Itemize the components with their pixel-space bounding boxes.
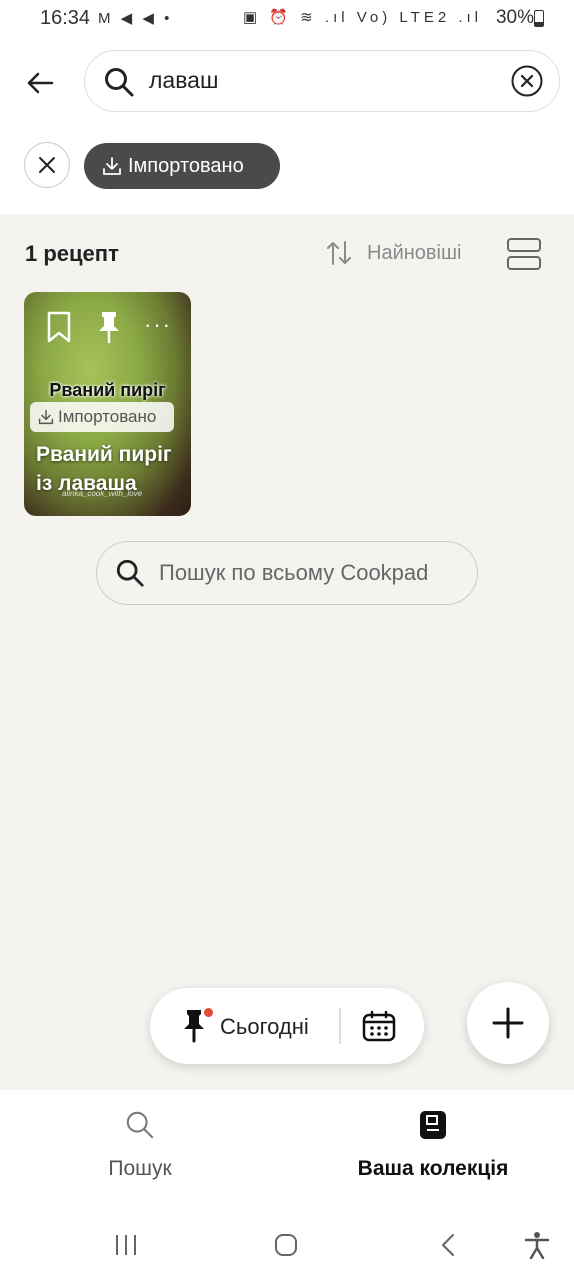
add-recipe-button[interactable] <box>467 982 549 1064</box>
nav-collection-label: Ваша колекція <box>357 1157 509 1180</box>
global-search-button[interactable]: Пошук по всьому Cookpad <box>96 541 478 605</box>
home-icon[interactable] <box>274 1233 298 1257</box>
status-bar: 16:34 M ◀ ◀ • ▣ ⏰ ≋ .ıl Vo) LTE2 .ıl 30% <box>0 0 574 36</box>
search-icon <box>126 1111 154 1139</box>
today-widget[interactable]: Сьогодні <box>150 988 424 1064</box>
search-icon <box>116 559 144 587</box>
results-count: 1 рецепт <box>25 241 119 266</box>
bottom-navigation: Пошук Ваша колекція <box>0 1089 574 1206</box>
search-query: лаваш <box>149 67 219 93</box>
calendar-icon[interactable] <box>362 1010 396 1042</box>
status-time: 16:34 <box>40 7 91 29</box>
recipe-book-icon <box>420 1111 446 1139</box>
more-options-icon[interactable]: ··· <box>144 314 172 336</box>
recent-apps-icon[interactable] <box>114 1233 138 1257</box>
battery-percent: 30% <box>495 7 534 28</box>
battery-icon <box>534 10 544 27</box>
global-search-label: Пошук по всьому Cookpad <box>159 560 429 585</box>
close-icon <box>39 157 55 173</box>
search-input[interactable]: лаваш <box>84 50 560 112</box>
recipe-card[interactable]: ··· Рваний пиріг Імпортовано Рваний пирі… <box>24 292 191 516</box>
download-icon <box>103 157 121 175</box>
plus-icon <box>492 1007 524 1039</box>
imported-badge-label: Імпортовано <box>58 407 157 426</box>
pin-icon <box>184 1010 204 1043</box>
nav-tab-collection[interactable]: Ваша колекція <box>340 1110 526 1181</box>
search-icon <box>105 68 134 97</box>
bookmark-icon[interactable] <box>46 310 72 344</box>
sort-icon <box>327 241 351 265</box>
download-icon <box>38 409 54 425</box>
image-watermark: alinka_cook_with_love <box>62 489 143 498</box>
system-status-icons: ▣ ⏰ ≋ .ıl Vo) LTE2 .ıl <box>242 9 482 26</box>
sort-label: Найновіші <box>367 241 462 264</box>
card-image-text: Рваний пиріг <box>49 380 166 400</box>
imported-badge: Імпортовано <box>30 402 174 432</box>
divider <box>339 1008 341 1044</box>
nav-search-label: Пошук <box>108 1157 172 1180</box>
clear-search-icon[interactable] <box>511 65 543 97</box>
clear-filters-button[interactable] <box>24 142 70 188</box>
pin-icon[interactable] <box>97 310 121 344</box>
imported-filter-chip[interactable]: Імпортовано <box>84 143 280 189</box>
notification-icons: M ◀ ◀ • <box>98 10 173 27</box>
accessibility-icon[interactable] <box>524 1231 550 1259</box>
imported-chip-label: Імпортовано <box>128 154 244 177</box>
nav-tab-search[interactable]: Пошук <box>90 1110 190 1181</box>
back-button[interactable] <box>20 66 60 100</box>
notification-dot <box>204 1008 213 1017</box>
arrow-left-icon <box>27 72 54 94</box>
back-nav-icon[interactable] <box>438 1233 458 1257</box>
sort-button[interactable]: Найновіші <box>325 240 461 266</box>
today-label: Сьогодні <box>220 1014 309 1039</box>
layout-toggle-icon[interactable] <box>506 237 542 271</box>
system-navigation-bar <box>0 1205 574 1280</box>
